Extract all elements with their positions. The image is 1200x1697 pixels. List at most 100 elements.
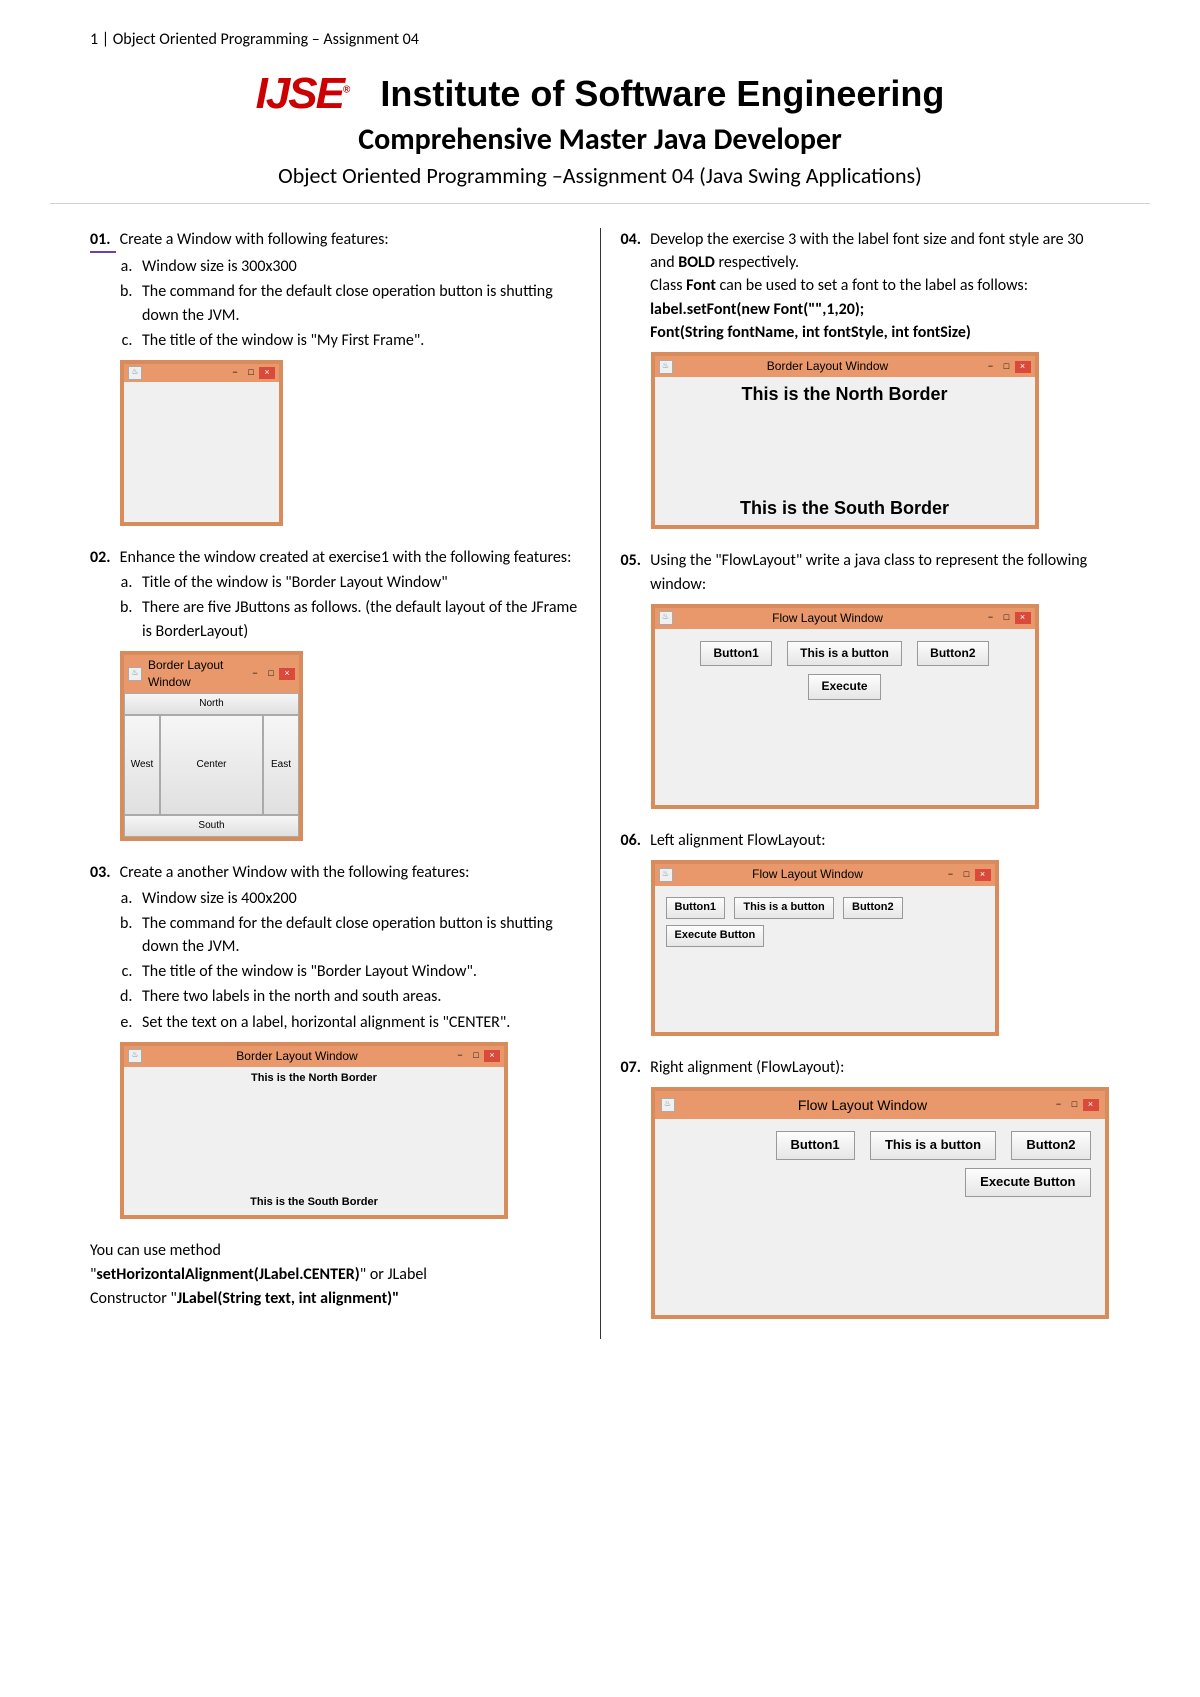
minimize-icon: − <box>1051 1099 1067 1111</box>
q7-number: 07. <box>621 1056 647 1079</box>
close-icon: × <box>975 869 991 881</box>
q3-item-a: Window size is 400x200 <box>136 887 580 910</box>
q1-text: Create a Window with following features: <box>120 228 578 251</box>
this-is-a-button: This is a button <box>787 641 902 666</box>
q3-window-mockup: ♨ Border Layout Window − □ × This is the… <box>120 1042 508 1219</box>
java-icon: ♨ <box>128 1049 142 1063</box>
q3-note: You can use method "setHorizontalAlignme… <box>90 1239 580 1311</box>
q4-north-label: This is the North Border <box>655 381 1035 407</box>
java-icon: ♨ <box>659 360 673 374</box>
maximize-icon: □ <box>999 361 1015 373</box>
header-separator <box>50 203 1150 204</box>
q4-bold-b: Font <box>686 276 716 295</box>
south-button: South <box>124 815 299 837</box>
minimize-icon: − <box>452 1050 468 1062</box>
question-3: 03. Create a another Window with the fol… <box>90 861 580 1219</box>
q3-item-d: There two labels in the north and south … <box>136 985 580 1008</box>
program-title: Comprehensive Master Java Developer <box>90 121 1110 158</box>
close-icon: × <box>1015 612 1031 624</box>
q6-window-mockup: ♨ Flow Layout Window − □ × Button1 This … <box>651 860 999 1035</box>
question-5: 05. Using the "FlowLayout" write a java … <box>621 549 1111 809</box>
q7-window-title: Flow Layout Window <box>681 1095 1045 1115</box>
java-icon: ♨ <box>659 868 673 882</box>
institute-title: Institute of Software Engineering <box>380 73 944 115</box>
q3-item-b: The command for the default close operat… <box>136 912 580 958</box>
q1-item-c: The title of the window is "My First Fra… <box>136 329 580 352</box>
q1-window-body <box>124 382 279 522</box>
q2-text: Enhance the window created at exercise1 … <box>120 546 578 569</box>
q3-south-label: This is the South Border <box>124 1195 504 1211</box>
maximize-icon: □ <box>1067 1099 1083 1111</box>
button1: Button1 <box>776 1131 855 1160</box>
button1: Button1 <box>700 641 771 666</box>
q3-text: Create a another Window with the followi… <box>120 861 578 884</box>
q3-item-c: The title of the window is "Border Layou… <box>136 960 580 983</box>
q4-text-c: Class <box>650 276 686 295</box>
q5-number: 05. <box>621 549 647 572</box>
maximize-icon: □ <box>959 869 975 881</box>
close-icon: × <box>484 1050 500 1062</box>
q2-window-mockup: ♨ Border Layout Window − □ × North West … <box>120 651 303 842</box>
minimize-icon: − <box>943 869 959 881</box>
q4-window-title: Border Layout Window <box>679 358 977 375</box>
maximize-icon: □ <box>468 1050 484 1062</box>
minimize-icon: − <box>983 361 999 373</box>
q4-window-mockup: ♨ Border Layout Window − □ × This is the… <box>651 352 1039 529</box>
maximize-icon: □ <box>263 668 279 680</box>
q5-window-title: Flow Layout Window <box>679 610 977 627</box>
q1-number: 01. <box>90 228 116 253</box>
java-icon: ♨ <box>128 667 142 681</box>
q3-note-ctor-pre: Constructor " <box>90 1289 177 1308</box>
q4-bold-a: BOLD <box>678 253 715 272</box>
close-icon: × <box>279 668 295 680</box>
this-is-a-button: This is a button <box>734 897 833 919</box>
execute-button: Execute Button <box>666 925 765 947</box>
ijse-logo: IJSE® <box>256 69 351 119</box>
q4-south-label: This is the South Border <box>655 495 1035 521</box>
q3-item-e: Set the text on a label, horizontal alig… <box>136 1011 580 1034</box>
button1: Button1 <box>666 897 726 919</box>
east-button: East <box>263 715 299 815</box>
button2: Button2 <box>843 897 903 919</box>
question-7: 07. Right alignment (FlowLayout): ♨ Flow… <box>621 1056 1111 1319</box>
registered-icon: ® <box>343 84 350 95</box>
q4-text: Develop the exercise 3 with the label fo… <box>650 228 1108 344</box>
ijse-logo-text: IJSE <box>256 69 343 118</box>
q1-item-b: The command for the default close operat… <box>136 280 580 326</box>
close-icon: × <box>1015 361 1031 373</box>
q2-window-title: Border Layout Window <box>148 657 241 692</box>
q3-north-label: This is the North Border <box>124 1071 504 1087</box>
q4-code-1: label.setFont(new Font("",1,20); <box>650 300 864 319</box>
q4-code-2: Font(String fontName, int fontStyle, int… <box>650 323 971 342</box>
question-4: 04. Develop the exercise 3 with the labe… <box>621 228 1111 529</box>
q7-text: Right alignment (FlowLayout): <box>650 1056 1108 1079</box>
maximize-icon: □ <box>999 612 1015 624</box>
q3-note-or: " or JLabel <box>360 1265 427 1284</box>
q3-window-title: Border Layout Window <box>148 1048 446 1065</box>
question-6: 06. Left alignment FlowLayout: ♨ Flow La… <box>621 829 1111 1036</box>
q2-item-b: There are five JButtons as follows. (the… <box>136 596 580 642</box>
q3-note-method: setHorizontalAlignment(JLabel.CENTER) <box>96 1265 359 1284</box>
java-icon: ♨ <box>661 1098 675 1112</box>
page-running-header: 1 | Object Oriented Programming – Assign… <box>90 30 1110 49</box>
q4-text-b: respectively. <box>715 253 799 272</box>
q2-item-a: Title of the window is "Border Layout Wi… <box>136 571 580 594</box>
minimize-icon: − <box>227 367 243 379</box>
this-is-a-button: This is a button <box>870 1131 996 1160</box>
q4-number: 04. <box>621 228 647 251</box>
close-icon: × <box>1083 1099 1099 1111</box>
minimize-icon: − <box>247 668 263 680</box>
q6-number: 06. <box>621 829 647 852</box>
q2-number: 02. <box>90 546 116 569</box>
q1-item-a: Window size is 300x300 <box>136 255 580 278</box>
q5-text: Using the "FlowLayout" write a java clas… <box>650 549 1108 595</box>
west-button: West <box>124 715 160 815</box>
java-icon: ♨ <box>128 366 142 380</box>
java-icon: ♨ <box>659 611 673 625</box>
execute-button: Execute Button <box>965 1168 1090 1197</box>
question-2: 02. Enhance the window created at exerci… <box>90 546 580 842</box>
center-button: Center <box>160 715 263 815</box>
q1-window-mockup: ♨ − □ × <box>120 360 283 526</box>
q4-text-d: can be used to set a font to the label a… <box>716 276 1028 295</box>
q6-window-title: Flow Layout Window <box>679 866 937 883</box>
